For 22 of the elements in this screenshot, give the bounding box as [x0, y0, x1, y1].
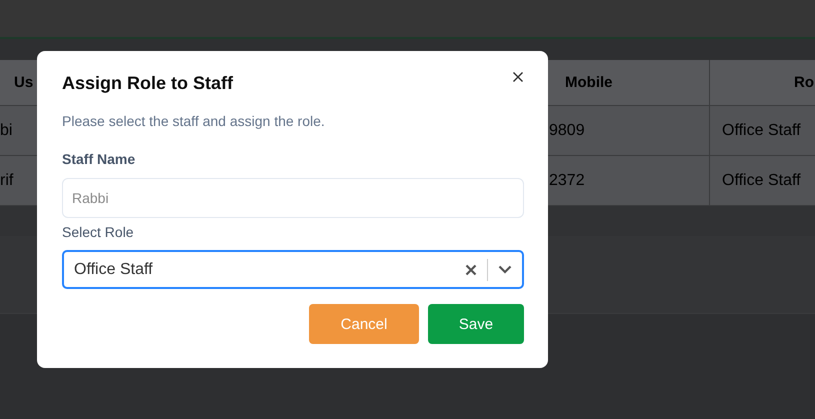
table-cell: bi — [0, 122, 12, 140]
save-button[interactable]: Save — [428, 304, 524, 344]
cancel-button[interactable]: Cancel — [309, 304, 419, 344]
table-cell: 2372 — [549, 172, 585, 190]
dialog-title: Assign Role to Staff — [62, 73, 234, 94]
table-cell: Office Staff — [722, 122, 801, 140]
dialog-description: Please select the staff and assign the role. — [62, 113, 326, 129]
column-header: Rol — [794, 74, 815, 91]
table-cell: 9809 — [549, 122, 585, 140]
close-icon — [512, 71, 524, 83]
field-label: Staff Name — [62, 151, 136, 167]
column-header: Us — [14, 74, 34, 91]
field-label: Select Role — [62, 224, 135, 240]
role-select[interactable]: Office Staff — [62, 250, 524, 289]
table-cell: rif — [0, 172, 14, 190]
column-header: Mobile — [565, 74, 612, 91]
chevron-down-icon[interactable] — [498, 265, 512, 274]
staff-name-field[interactable]: Rabbi — [62, 178, 524, 218]
close-button[interactable] — [512, 71, 524, 83]
select-value: Office Staff — [74, 260, 154, 278]
clear-icon[interactable] — [465, 264, 477, 276]
table-cell: Office Staff — [722, 172, 801, 190]
